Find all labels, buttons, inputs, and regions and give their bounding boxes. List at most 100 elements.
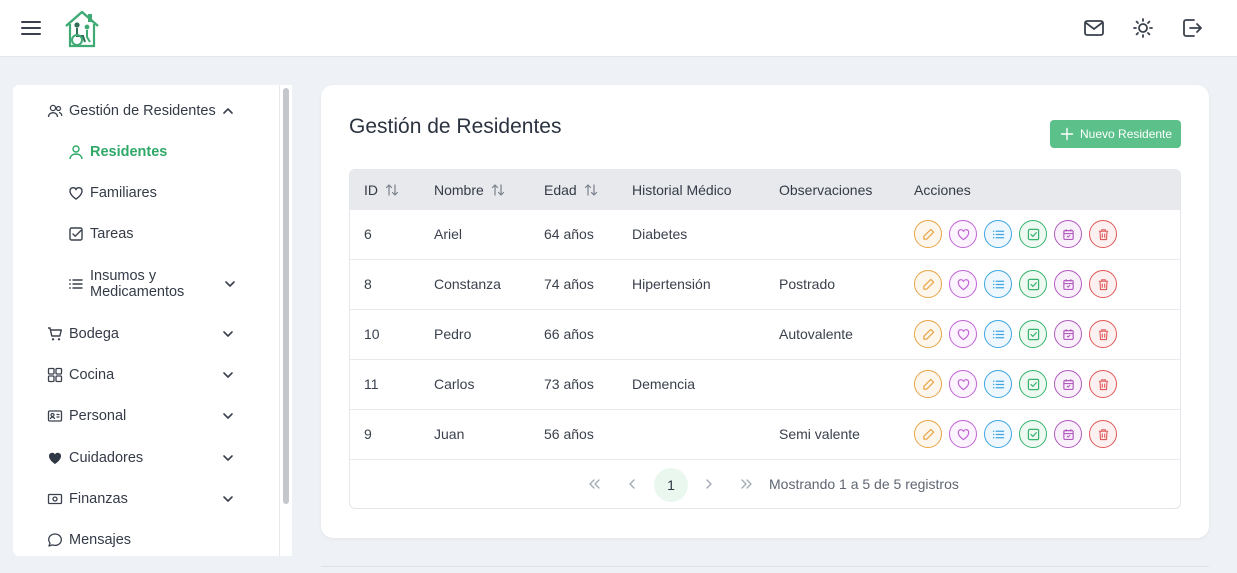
- column-label: Acciones: [914, 182, 971, 198]
- sidebar-item-label: Bodega: [69, 326, 119, 342]
- prev-page-icon[interactable]: [623, 475, 641, 493]
- edit-button[interactable]: [914, 320, 942, 348]
- sort-icon[interactable]: [491, 183, 505, 197]
- sidebar-item-finanzas[interactable]: Finanzas: [13, 482, 279, 516]
- edit-icon: [922, 428, 934, 440]
- delete-button[interactable]: [1089, 320, 1117, 348]
- sidebar-group-gestion-residentes[interactable]: Gestión de Residentes: [13, 94, 279, 128]
- mail-icon[interactable]: [1082, 16, 1106, 40]
- heart-icon: [957, 328, 969, 340]
- list-button[interactable]: [984, 320, 1012, 348]
- calendar-icon: [1062, 378, 1074, 390]
- calendar-button[interactable]: [1054, 420, 1082, 448]
- column-historial: Historial Médico: [632, 182, 732, 198]
- logo[interactable]: [62, 8, 102, 50]
- cell-edad: 64 años: [544, 226, 594, 242]
- heart-icon: [957, 378, 969, 390]
- sidebar-item-familiares[interactable]: Familiares: [13, 176, 279, 210]
- favorite-button[interactable]: [949, 420, 977, 448]
- check-icon: [1027, 328, 1039, 340]
- logout-icon[interactable]: [1180, 16, 1204, 40]
- list-icon: [992, 230, 1004, 238]
- heart-filled-icon: [48, 452, 62, 464]
- sidebar-item-label: Personal: [69, 408, 127, 424]
- favorite-button[interactable]: [949, 220, 977, 248]
- sort-icon[interactable]: [385, 183, 399, 197]
- edit-button[interactable]: [914, 370, 942, 398]
- sidebar-item-personal[interactable]: Personal: [13, 399, 279, 433]
- cell-historial: Demencia: [632, 376, 696, 392]
- sidebar-item-cocina[interactable]: Cocina: [13, 358, 279, 392]
- cell-nombre: Carlos: [434, 376, 475, 392]
- cell-edad: 73 años: [544, 376, 594, 392]
- chevron-down-icon[interactable]: [221, 368, 235, 382]
- chevron-down-icon[interactable]: [221, 409, 235, 423]
- check-icon: [1027, 228, 1039, 240]
- table-row: 6 Ariel 64 años Diabetes: [350, 209, 1180, 259]
- calendar-button[interactable]: [1054, 370, 1082, 398]
- sidebar-item-bodega[interactable]: Bodega: [13, 317, 279, 351]
- check-button[interactable]: [1019, 370, 1047, 398]
- heart-icon: [957, 428, 969, 440]
- sidebar-item-mensajes[interactable]: Mensajes: [13, 523, 279, 557]
- check-button[interactable]: [1019, 270, 1047, 298]
- list-button[interactable]: [984, 220, 1012, 248]
- pagination-info: Mostrando 1 a 5 de 5 registros: [769, 476, 959, 492]
- edit-button[interactable]: [914, 220, 942, 248]
- calendar-button[interactable]: [1054, 320, 1082, 348]
- column-acciones: Acciones: [914, 182, 971, 198]
- list-icon: [992, 330, 1004, 338]
- user-icon: [69, 145, 83, 160]
- new-resident-button[interactable]: Nuevo Residente: [1050, 120, 1181, 148]
- sidebar-item-label: Cocina: [69, 367, 115, 383]
- cart-icon: [48, 327, 62, 341]
- divider: [321, 566, 1209, 567]
- favorite-button[interactable]: [949, 320, 977, 348]
- favorite-button[interactable]: [949, 370, 977, 398]
- plus-icon: [1060, 127, 1074, 141]
- edit-button[interactable]: [914, 420, 942, 448]
- cell-edad: 66 años: [544, 326, 594, 342]
- calendar-button[interactable]: [1054, 270, 1082, 298]
- menu-icon[interactable]: [19, 17, 43, 39]
- check-button[interactable]: [1019, 420, 1047, 448]
- calendar-button[interactable]: [1054, 220, 1082, 248]
- delete-button[interactable]: [1089, 420, 1117, 448]
- page-1-button[interactable]: 1: [654, 468, 688, 502]
- sidebar-item-insumos[interactable]: Insumos y Medicamentos: [13, 263, 279, 305]
- check-button[interactable]: [1019, 220, 1047, 248]
- sidebar-scrollbar-thumb[interactable]: [283, 88, 289, 504]
- trash-icon: [1098, 228, 1108, 240]
- sidebar-item-tareas[interactable]: Tareas: [13, 217, 279, 251]
- delete-button[interactable]: [1089, 220, 1117, 248]
- cell-observaciones: Autovalente: [779, 326, 853, 342]
- column-nombre[interactable]: Nombre: [434, 182, 505, 198]
- column-edad[interactable]: Edad: [544, 182, 598, 198]
- chevron-down-icon[interactable]: [221, 451, 235, 465]
- check-icon: [1027, 278, 1039, 290]
- delete-button[interactable]: [1089, 270, 1117, 298]
- list-button[interactable]: [984, 420, 1012, 448]
- chevron-down-icon[interactable]: [223, 277, 237, 291]
- chevron-down-icon[interactable]: [221, 492, 235, 506]
- list-button[interactable]: [984, 270, 1012, 298]
- first-page-icon[interactable]: [585, 475, 603, 493]
- delete-button[interactable]: [1089, 370, 1117, 398]
- sort-icon[interactable]: [584, 183, 598, 197]
- edit-button[interactable]: [914, 270, 942, 298]
- sidebar-item-residentes[interactable]: Residentes: [13, 135, 279, 169]
- favorite-button[interactable]: [949, 270, 977, 298]
- label-line-2: Medicamentos: [90, 284, 185, 300]
- next-page-icon[interactable]: [700, 475, 718, 493]
- list-button[interactable]: [984, 370, 1012, 398]
- sidebar-item-label: Mensajes: [69, 532, 132, 548]
- table-row: 11 Carlos 73 años Demencia: [350, 359, 1180, 409]
- checkbox-icon: [69, 227, 83, 241]
- chevron-up-icon[interactable]: [221, 104, 235, 118]
- check-button[interactable]: [1019, 320, 1047, 348]
- sun-icon[interactable]: [1131, 16, 1155, 40]
- chevron-down-icon[interactable]: [221, 327, 235, 341]
- last-page-icon[interactable]: [738, 475, 756, 493]
- column-id[interactable]: ID: [364, 182, 399, 198]
- sidebar-item-cuidadores[interactable]: Cuidadores: [13, 441, 279, 475]
